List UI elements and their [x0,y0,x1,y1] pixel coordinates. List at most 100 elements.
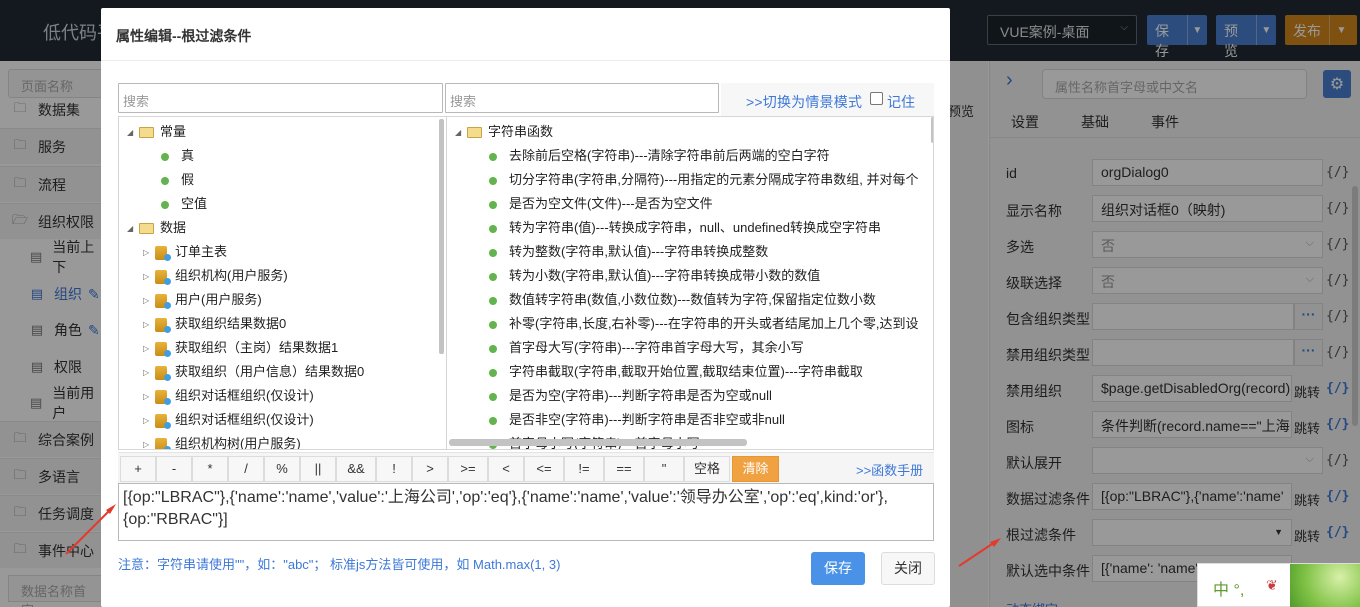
leaf-dot-icon [489,248,497,257]
dialog-title: 属性编辑--根过滤条件 [116,28,252,44]
operator-button[interactable]: < [488,456,524,482]
function-item[interactable]: 切分字符串(字符串,分隔符)---用指定的元素分隔成字符串数组, 并对每个 [489,169,918,188]
tree-node-data[interactable]: ◢ 数据 [127,217,186,236]
operator-button[interactable]: + [120,456,156,482]
database-icon [155,413,171,429]
operator-button[interactable]: && [336,456,376,482]
database-icon [155,269,171,285]
leaf-dot-icon [489,392,497,401]
collapse-arrow-icon[interactable]: ▷ [143,248,155,257]
tree-node[interactable]: ▷ 订单主表 [143,241,227,261]
tree-node[interactable]: ▷ 用户(用户服务) [143,289,262,309]
expression-textarea[interactable]: [{op:"LBRAC"},{'name':'name','value':'上海… [118,483,934,541]
database-icon [155,389,171,405]
folder-icon [139,223,154,235]
operator-button[interactable]: ! [376,456,412,482]
ime-toolbar[interactable]: 中 °, ❦ [1197,563,1360,607]
clear-button[interactable]: 清除 [732,456,779,482]
operator-button[interactable]: == [604,456,644,482]
collapse-arrow-icon[interactable]: ▷ [143,392,155,401]
tree-node-string-functions[interactable]: ◢ 字符串函数 [455,121,553,140]
ime-status: 中 °, [1213,582,1245,599]
leaf-dot-icon [489,152,497,161]
function-item[interactable]: 是否为空(字符串)---判断字符串是否为空或null [489,385,772,404]
operator-button[interactable]: " [644,456,684,482]
dialog-header-divider [101,60,950,61]
leaf-dot-icon [489,296,497,305]
collapse-arrow-icon[interactable]: ▷ [143,272,155,281]
collapse-arrow-icon[interactable]: ▷ [143,416,155,425]
collapse-arrow-icon[interactable]: ▷ [143,344,155,353]
function-item[interactable]: 去除前后空格(字符串)---清除字符串前后两端的空白字符 [489,145,830,164]
database-icon [155,341,171,357]
variable-tree: ◢ 常量 真 假 空值 ◢ 数据 ▷ 订单主表 ▷ 组织机构(用户服务) ▷ 用户(用户服… [119,117,444,449]
database-icon [155,245,171,261]
annotation-arrow-icon [65,504,116,555]
database-icon [155,437,171,449]
leaf-dot-icon [161,152,169,161]
space-button[interactable]: 空格 [684,456,730,482]
tree-node[interactable]: ▷ 组织机构树(用户服务) [143,433,301,449]
expand-arrow-icon[interactable]: ◢ [455,128,467,137]
tree-node[interactable]: ▷ 组织机构(用户服务) [143,265,288,285]
function-item[interactable]: 转为字符串(值)---转换成字符串，null、undefined转换成空字符串 [489,217,881,236]
function-item[interactable]: 转为整数(字符串,默认值)---字符串转换成整数 [489,241,768,260]
collapse-arrow-icon[interactable]: ▷ [143,320,155,329]
tree-node[interactable]: ▷ 组织对话框组织(仅设计) [143,385,314,405]
leaf-dot-icon [489,224,497,233]
variable-search-input[interactable]: 搜索 [118,83,443,113]
operator-button[interactable]: || [300,456,336,482]
operator-button[interactable]: * [192,456,228,482]
remember-checkbox[interactable] [870,92,883,105]
operator-toolbar: + - * / % || && ! > >= < <= != == " 空格 清… [118,452,934,484]
function-item[interactable]: 是否为空文件(文件)---是否为空文件 [489,193,713,212]
function-item[interactable]: 转为小数(字符串,默认值)---字符串转换成带小数的数值 [489,265,820,284]
function-manual-link[interactable]: >>函数手册 [856,460,923,479]
dialog-close-button[interactable]: 关闭 [881,552,935,585]
tree-scrollbar[interactable] [439,119,444,354]
function-item[interactable]: 补零(字符串,长度,右补零)---在字符串的开头或者结尾加上几个零,达到设 [489,313,918,332]
tree-node[interactable]: ▷ 获取组织结果数据0 [143,313,286,333]
operator-button[interactable]: - [156,456,192,482]
operator-button[interactable]: > [412,456,448,482]
operator-button[interactable]: % [264,456,300,482]
tree-node[interactable]: ▷ 组织对话框组织(仅设计) [143,409,314,429]
function-item[interactable]: 是否非空(字符串)---判断字符串是否非空或非null [489,409,785,428]
leaf-dot-icon [489,272,497,281]
property-edit-dialog: 属性编辑--根过滤条件 搜索 搜索 >>切换为情景模式 记住 ◢ 常量 真 假 空… [101,8,950,607]
function-search-input[interactable]: 搜索 [445,83,719,113]
switch-scenario-mode-link[interactable]: >>切换为情景模式 [746,92,862,112]
function-tree-hscrollbar[interactable] [449,439,747,446]
function-item[interactable]: 首字母大写(字符串)---字符串首字母大写，其余小写 [489,337,804,356]
operator-button[interactable]: != [564,456,604,482]
operator-button[interactable]: / [228,456,264,482]
collapse-arrow-icon[interactable]: ▷ [143,296,155,305]
leaf-dot-icon [161,200,169,209]
function-tree: ◢ 字符串函数 去除前后空格(字符串)---清除字符串前后两端的空白字符 切分字符… [446,117,933,449]
expand-arrow-icon[interactable]: ◢ [127,224,139,233]
tree-leaf[interactable]: 空值 [161,193,207,212]
operator-button[interactable]: <= [524,456,564,482]
tree-leaf[interactable]: 真 [161,145,194,164]
function-tree-scrollbar[interactable] [931,117,933,143]
operator-button[interactable]: >= [448,456,488,482]
expand-arrow-icon[interactable]: ◢ [127,128,139,137]
function-item[interactable]: 字符串截取(字符串,截取开始位置,截取结束位置)---字符串截取 [489,361,863,380]
collapse-arrow-icon[interactable]: ▷ [143,440,155,449]
tree-node[interactable]: ▷ 获取组织（用户信息）结果数据0 [143,361,364,381]
collapse-arrow-icon[interactable]: ▷ [143,368,155,377]
dialog-save-button[interactable]: 保存 [811,552,865,585]
leaf-decoration-icon [1290,564,1360,607]
leaf-dot-icon [489,344,497,353]
tree-leaf[interactable]: 假 [161,169,194,188]
folder-icon [139,127,154,139]
leaf-dot-icon [161,176,169,185]
tree-container: ◢ 常量 真 假 空值 ◢ 数据 ▷ 订单主表 ▷ 组织机构(用户服务) ▷ 用户(用户服… [118,116,934,450]
leaf-dot-icon [489,416,497,425]
function-item[interactable]: 数值转字符串(数值,小数位数)---数值转为字符,保留指定位数小数 [489,289,876,308]
database-icon [155,293,171,309]
tree-node-constants[interactable]: ◢ 常量 [127,121,186,140]
leaf-dot-icon [489,320,497,329]
tree-node[interactable]: ▷ 获取组织（主岗）结果数据1 [143,337,338,357]
annotation-arrow-icon [958,538,1001,567]
